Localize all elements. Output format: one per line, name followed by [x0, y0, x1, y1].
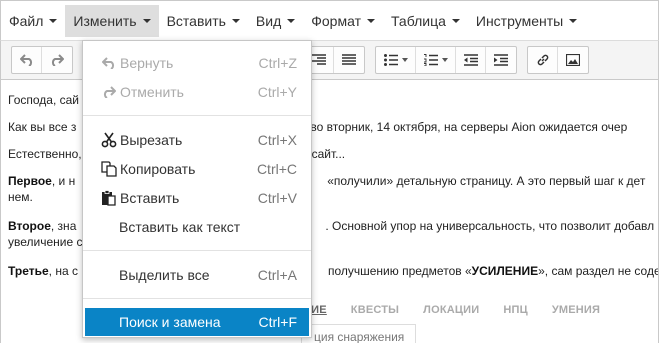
menu-item-select-all[interactable]: Выделить все Ctrl+A [83, 261, 311, 289]
link-button[interactable] [528, 47, 558, 73]
numbered-list-button[interactable] [416, 47, 456, 73]
paste-icon [100, 189, 118, 207]
outdent-icon [463, 54, 478, 66]
embedded-subsection: ция снаряжения [301, 324, 416, 343]
caret-down-icon [366, 19, 375, 23]
outdent-button[interactable] [456, 47, 486, 73]
menu-view[interactable]: Вид [248, 5, 303, 37]
embedded-tab[interactable]: КВЕСТЫ [351, 302, 399, 318]
caret-down-icon [231, 19, 240, 23]
numbered-list-icon [423, 54, 438, 66]
undo-icon [100, 54, 118, 72]
menu-separator [83, 298, 311, 299]
menu-table[interactable]: Таблица [383, 5, 468, 37]
menu-separator [83, 115, 311, 116]
edit-menu-dropdown: Вернуть Ctrl+Z Отменить Ctrl+Y Вырезать … [82, 40, 312, 338]
indent-button[interactable] [486, 47, 516, 73]
indent-icon [494, 54, 508, 66]
redo-button[interactable] [42, 47, 72, 73]
menubar: Файл Изменить Вставить Вид Формат Таблиц… [0, 0, 659, 40]
align-right-icon [311, 54, 326, 65]
scissors-icon [100, 131, 118, 149]
image-icon [566, 54, 580, 66]
menu-edit[interactable]: Изменить [65, 4, 159, 37]
image-button[interactable] [558, 47, 588, 73]
caret-down-icon [49, 19, 58, 23]
caret-down-icon [451, 19, 460, 23]
menu-insert[interactable]: Вставить [159, 5, 248, 37]
redo-icon [100, 83, 118, 101]
embedded-tab[interactable]: УМЕНИЯ [552, 302, 600, 318]
toolbar-insert-group [527, 46, 589, 74]
caret-down-icon [401, 58, 408, 62]
menu-separator [83, 250, 311, 251]
caret-down-icon [287, 19, 296, 23]
redo-icon [51, 54, 64, 66]
align-justify-icon [342, 54, 356, 65]
menu-item-find-replace[interactable]: Поиск и замена Ctrl+F [85, 308, 309, 336]
menu-format[interactable]: Формат [303, 5, 383, 37]
copy-icon [100, 160, 118, 178]
toolbar-list-group [375, 46, 517, 74]
menu-item-redo[interactable]: Отменить Ctrl+Y [83, 78, 311, 106]
bullet-list-icon [383, 54, 398, 66]
menu-item-paste[interactable]: Вставить Ctrl+V [83, 184, 311, 212]
link-icon [537, 54, 548, 66]
embedded-tab[interactable]: ЛОКАЦИИ [423, 302, 479, 318]
toolbar-align-group [303, 46, 365, 74]
embedded-tab[interactable]: НПЦ [503, 302, 528, 318]
toolbar-history-group [11, 46, 73, 74]
menu-item-cut[interactable]: Вырезать Ctrl+X [83, 126, 311, 154]
menu-item-copy[interactable]: Копировать Ctrl+C [83, 155, 311, 183]
embedded-tabs: ЖИЕ КВЕСТЫ ЛОКАЦИИ НПЦ УМЕНИЯ [301, 302, 600, 318]
caret-down-icon [142, 19, 151, 23]
menu-item-paste-as-text[interactable]: Вставить как текст [83, 213, 311, 241]
bullet-list-button[interactable] [376, 47, 416, 73]
menu-tools[interactable]: Инструменты [468, 5, 585, 37]
align-justify-button[interactable] [334, 47, 364, 73]
menu-item-undo[interactable]: Вернуть Ctrl+Z [83, 49, 311, 77]
caret-down-icon [441, 58, 448, 62]
undo-button[interactable] [12, 47, 42, 73]
undo-icon [19, 54, 32, 66]
menu-file[interactable]: Файл [1, 5, 65, 37]
caret-down-icon [569, 19, 578, 23]
